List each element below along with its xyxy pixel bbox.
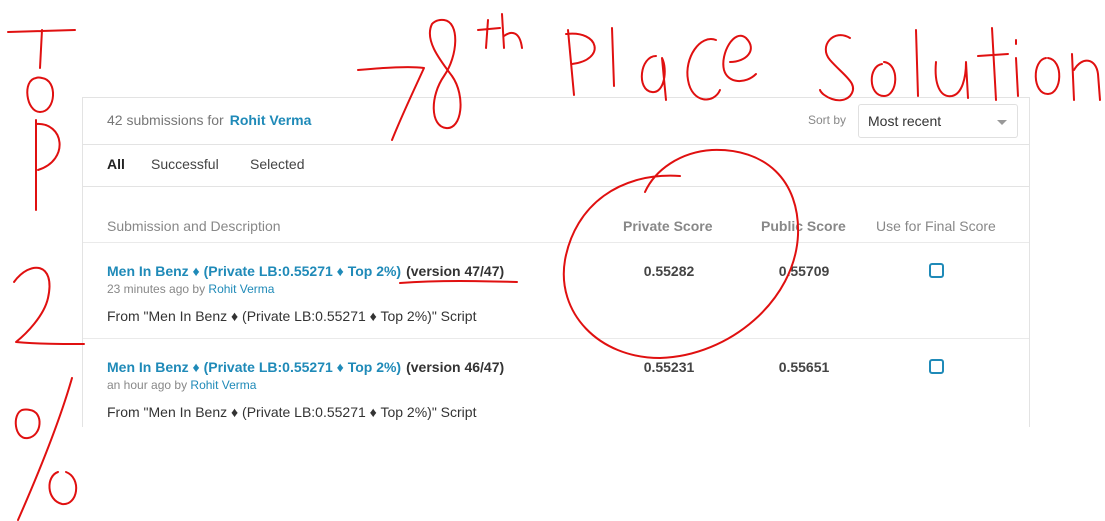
- submission-title-link[interactable]: Men In Benz ♦ (Private LB:0.55271 ♦ Top …: [107, 359, 504, 375]
- submission-version: (version 47/47): [406, 263, 505, 279]
- submission-time: 23 minutes ago by: [107, 282, 206, 296]
- sort-dropdown-value: Most recent: [868, 113, 942, 129]
- ink-letter: [611, 27, 615, 87]
- divider: [83, 242, 1029, 243]
- submission-author-link[interactable]: Rohit Verma: [208, 282, 274, 296]
- submission-description: From "Men In Benz ♦ (Private LB:0.55271 …: [107, 308, 477, 324]
- ink-letter: [915, 29, 919, 97]
- ink-letter: [640, 55, 667, 101]
- submission-tabs: All Successful Selected: [83, 144, 1029, 187]
- ink-letter: [1034, 57, 1061, 95]
- column-header-private-score[interactable]: Private Score: [623, 218, 713, 234]
- ink-letter: [934, 61, 969, 99]
- ink-digit: [13, 266, 85, 345]
- public-score: 0.55709: [778, 263, 830, 279]
- submission-title[interactable]: Men In Benz ♦ (Private LB:0.55271 ♦ Top …: [107, 359, 401, 375]
- submission-count-text: 42 submissions for: [107, 112, 224, 128]
- ink-letter: [819, 34, 855, 102]
- divider: [83, 338, 1029, 339]
- private-score: 0.55282: [643, 263, 695, 279]
- ink-percent: [48, 471, 77, 506]
- final-score-checkbox[interactable]: [929, 263, 944, 278]
- sort-label: Sort by: [808, 113, 847, 127]
- submission-description: From "Men In Benz ♦ (Private LB:0.55271 …: [107, 404, 477, 420]
- submission-author-link[interactable]: Rohit Verma: [190, 378, 256, 392]
- submission-meta: 23 minutes ago by Rohit Verma: [107, 282, 274, 296]
- ink-letter: [977, 27, 1009, 101]
- ink-letter: [35, 119, 61, 211]
- ink-percent: [14, 408, 41, 440]
- public-score: 0.55651: [778, 359, 830, 375]
- ink-letter: [565, 29, 596, 96]
- submission-count: 42 submissions for Rohit Verma: [107, 112, 311, 128]
- panel-header: 42 submissions for Rohit Verma Sort by Mo…: [83, 98, 1029, 145]
- submission-version: (version 46/47): [406, 359, 505, 375]
- ink-letter: [7, 29, 76, 69]
- user-link[interactable]: Rohit Verma: [230, 112, 312, 128]
- chevron-down-icon: [997, 120, 1007, 125]
- submission-time: an hour ago by: [107, 378, 188, 392]
- submission-title[interactable]: Men In Benz ♦ (Private LB:0.55271 ♦ Top …: [107, 263, 401, 279]
- ink-letter: [870, 61, 897, 97]
- submissions-panel: 42 submissions for Rohit Verma Sort by Mo…: [82, 97, 1030, 427]
- private-score: 0.55231: [643, 359, 695, 375]
- ink-letter: [1015, 39, 1019, 97]
- final-score-checkbox[interactable]: [929, 359, 944, 374]
- ink-letter: [686, 38, 721, 101]
- ink-letter: [477, 13, 523, 49]
- column-header-public-score[interactable]: Public Score: [761, 218, 846, 234]
- column-header-submission: Submission and Description: [107, 218, 281, 234]
- tab-successful[interactable]: Successful: [151, 156, 219, 172]
- ink-letter: [26, 76, 55, 113]
- submission-meta: an hour ago by Rohit Verma: [107, 378, 256, 392]
- tab-selected[interactable]: Selected: [250, 156, 304, 172]
- sort-dropdown[interactable]: Most recent: [858, 104, 1018, 138]
- column-header-final-score: Use for Final Score: [876, 218, 996, 234]
- submission-title-link[interactable]: Men In Benz ♦ (Private LB:0.55271 ♦ Top …: [107, 263, 504, 279]
- ink-percent: [17, 377, 73, 521]
- tab-all[interactable]: All: [107, 156, 125, 172]
- ink-letter: [722, 34, 757, 82]
- ink-letter: [1071, 53, 1101, 101]
